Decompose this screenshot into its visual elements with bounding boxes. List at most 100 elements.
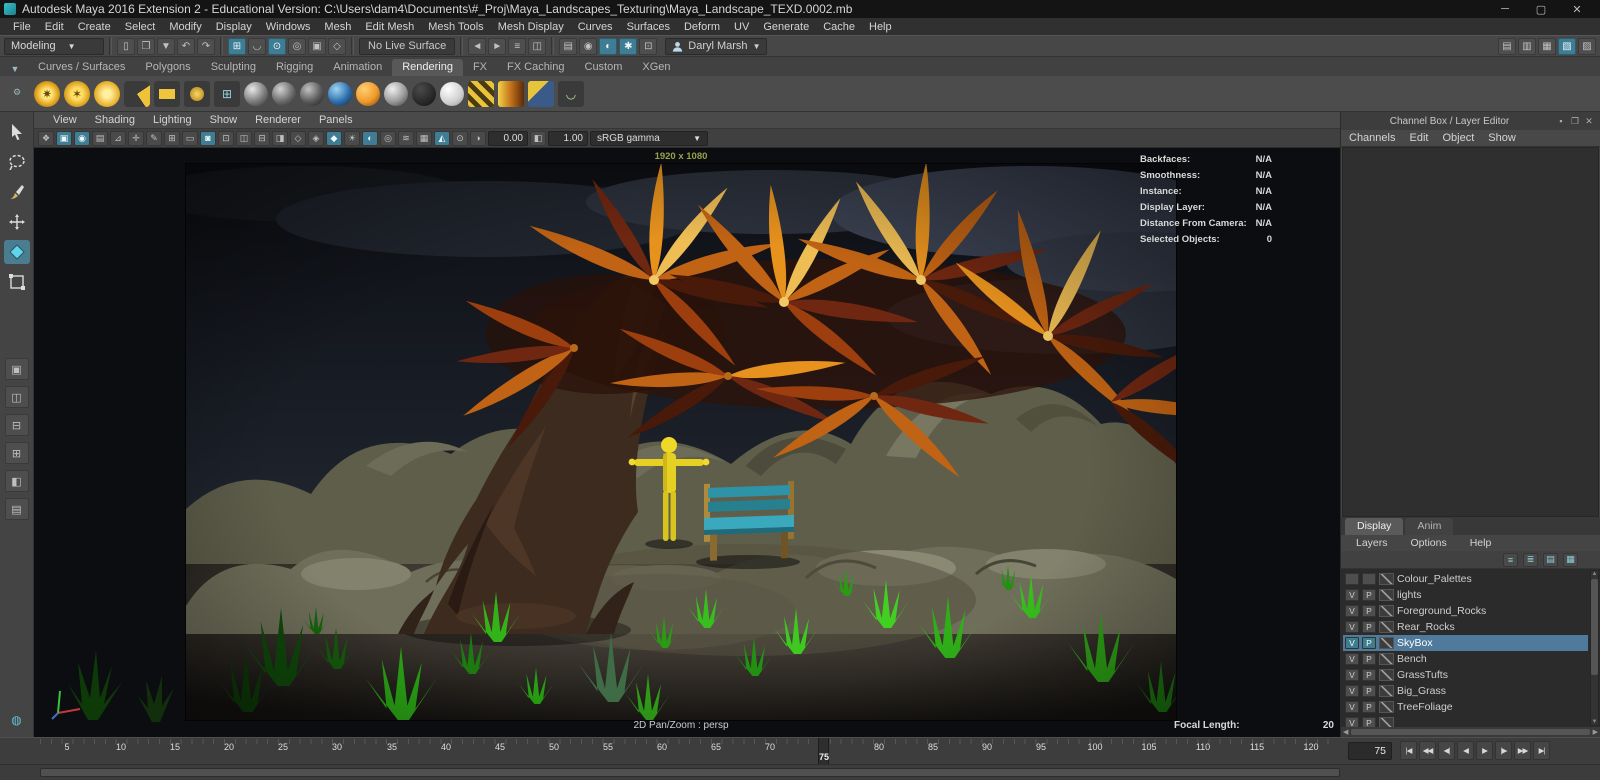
layer-row[interactable]: Colour_Palettes: [1343, 571, 1588, 587]
layer-visibility-toggle[interactable]: V: [1345, 621, 1359, 633]
undo-icon[interactable]: ↶: [177, 37, 195, 55]
exposure-field[interactable]: 0.00: [488, 130, 528, 146]
panel-menu-lighting[interactable]: Lighting: [144, 114, 201, 126]
layer-playback-toggle[interactable]: P: [1362, 637, 1376, 649]
resolution-gate-icon[interactable]: ◙: [200, 130, 216, 146]
layer-name[interactable]: TreeFoliage: [1397, 701, 1453, 713]
toggle-modeling-toolkit-icon[interactable]: ▤: [1498, 37, 1516, 55]
new-scene-icon[interactable]: ▯: [117, 37, 135, 55]
menu-file[interactable]: File: [6, 21, 38, 33]
scroll-right-arrow-icon[interactable]: ▶: [1593, 728, 1598, 736]
scroll-up-arrow-icon[interactable]: ▲: [1592, 571, 1598, 577]
2d-pan-zoom-icon[interactable]: ✛: [128, 130, 144, 146]
redo-icon[interactable]: ↷: [197, 37, 215, 55]
menu-edit-mesh[interactable]: Edit Mesh: [358, 21, 421, 33]
user-account-menu[interactable]: Daryl Marsh ▼: [665, 37, 768, 55]
use-all-lights-icon[interactable]: ☀: [344, 130, 360, 146]
isolate-selected-icon[interactable]: ⊙: [452, 130, 468, 146]
lock-camera-icon[interactable]: ▣: [56, 130, 72, 146]
lambert-shader-ball-icon[interactable]: [384, 81, 408, 106]
panel-menu-view[interactable]: View: [44, 114, 86, 126]
menu-modify[interactable]: Modify: [162, 21, 208, 33]
toon-outline-icon[interactable]: ◡: [558, 80, 584, 107]
shelf-tab-curves-surfaces[interactable]: Curves / Surfaces: [28, 59, 135, 76]
layers-menu[interactable]: Layers: [1349, 537, 1404, 549]
layer-visibility-toggle[interactable]: V: [1345, 669, 1359, 681]
minimize-button[interactable]: ─: [1494, 3, 1516, 16]
layer-visibility-toggle[interactable]: V: [1345, 717, 1359, 727]
toggle-attribute-editor-icon[interactable]: ▥: [1518, 37, 1536, 55]
layer-row[interactable]: V P TreeFoliage: [1343, 699, 1588, 715]
shelf-options-gear-icon[interactable]: ⚙: [4, 87, 30, 100]
menu-windows[interactable]: Windows: [259, 21, 318, 33]
layer-row[interactable]: V P Rear_Rocks: [1343, 619, 1588, 635]
layer-color-swatch[interactable]: [1379, 653, 1394, 665]
pin-panel-icon[interactable]: ▪: [1554, 116, 1568, 126]
layer-name[interactable]: lights: [1397, 589, 1422, 601]
divider[interactable]: [220, 37, 223, 55]
snap-to-projected-center-icon[interactable]: ◎: [288, 37, 306, 55]
ramp-texture-icon[interactable]: [498, 80, 524, 107]
go-to-end-button[interactable]: ▶|: [1533, 741, 1550, 760]
tab-display[interactable]: Display: [1345, 518, 1404, 535]
layer-row[interactable]: V P Big_Grass: [1343, 683, 1588, 699]
layer-list-horizontal-scrollbar[interactable]: ◀ ▶: [1341, 727, 1600, 737]
layer-color-swatch[interactable]: [1379, 669, 1394, 681]
layer-row[interactable]: V P lights: [1343, 587, 1588, 603]
maximize-button[interactable]: ▢: [1530, 3, 1552, 16]
directional-light-icon[interactable]: ✶: [64, 80, 90, 107]
textured-mode-icon[interactable]: ◆: [326, 130, 342, 146]
safe-title-icon[interactable]: ◨: [272, 130, 288, 146]
layer-visibility-toggle[interactable]: V: [1345, 605, 1359, 617]
edit-menu[interactable]: Edit: [1409, 132, 1436, 144]
xray-mode-icon[interactable]: ◭: [434, 130, 450, 146]
film-gate-icon[interactable]: ▭: [182, 130, 198, 146]
layer-playback-toggle[interactable]: P: [1362, 669, 1376, 681]
shelf-tab-fx[interactable]: FX: [463, 59, 497, 76]
layer-playback-toggle[interactable]: P: [1362, 701, 1376, 713]
standard-shader-ball-icon[interactable]: [244, 81, 268, 106]
shadows-toggle-icon[interactable]: ◐: [362, 130, 378, 146]
toggle-outliner-icon[interactable]: ▨: [1578, 37, 1596, 55]
layer-color-swatch[interactable]: [1379, 573, 1394, 585]
scroll-left-arrow-icon[interactable]: ◀: [1343, 728, 1348, 736]
layout-four-pane-button[interactable]: ⊞: [4, 442, 29, 464]
layer-playback-toggle[interactable]: P: [1362, 653, 1376, 665]
lasso-tool[interactable]: [4, 150, 30, 174]
channel-box-attribute-area[interactable]: [1342, 147, 1599, 517]
options-menu[interactable]: Options: [1404, 537, 1463, 549]
area-light-icon[interactable]: [154, 80, 180, 107]
shelf-tab-rendering[interactable]: Rendering: [392, 59, 463, 76]
range-slider[interactable]: [0, 764, 1600, 780]
safe-action-icon[interactable]: ⊟: [254, 130, 270, 146]
file-texture-icon[interactable]: [528, 80, 554, 107]
divider[interactable]: [109, 37, 112, 55]
new-empty-layer-icon[interactable]: ▤: [1543, 552, 1558, 567]
blinn-shader-ball-icon[interactable]: [272, 81, 296, 106]
shaded-mode-icon[interactable]: ◈: [308, 130, 324, 146]
layer-visibility-toggle[interactable]: V: [1345, 701, 1359, 713]
show-menu[interactable]: Show: [1488, 132, 1524, 144]
layer-name[interactable]: Foreground_Rocks: [1397, 605, 1486, 617]
new-layer-from-selected-icon[interactable]: ▦: [1563, 552, 1578, 567]
layer-visibility-toggle[interactable]: V: [1345, 637, 1359, 649]
step-back-key-button[interactable]: ◀|: [1438, 741, 1455, 760]
menu-mesh-tools[interactable]: Mesh Tools: [421, 21, 490, 33]
layer-visibility-toggle[interactable]: V: [1345, 685, 1359, 697]
camera-attributes-icon[interactable]: ◉: [74, 130, 90, 146]
isolate-select-icon[interactable]: ◍: [11, 713, 21, 727]
object-menu[interactable]: Object: [1442, 132, 1482, 144]
step-back-frame-button[interactable]: ◀◀: [1419, 741, 1436, 760]
ipr-render-icon[interactable]: ◐: [599, 37, 618, 55]
layer-row-selected[interactable]: V P SkyBox: [1343, 635, 1588, 651]
go-to-start-button[interactable]: |◀: [1400, 741, 1417, 760]
shelf-tab-rigging[interactable]: Rigging: [266, 59, 323, 76]
step-forward-key-button[interactable]: |▶: [1495, 741, 1512, 760]
layout-hypershade-persp-button[interactable]: ▤: [4, 498, 29, 520]
open-scene-icon[interactable]: ❒: [137, 37, 155, 55]
layer-name[interactable]: Colour_Palettes: [1397, 573, 1472, 585]
paint-selection-tool[interactable]: [4, 180, 30, 204]
layer-list-vertical-scrollbar[interactable]: ▲ ▼: [1590, 570, 1599, 726]
layer-playback-toggle[interactable]: P: [1362, 621, 1376, 633]
menu-help[interactable]: Help: [862, 21, 899, 33]
